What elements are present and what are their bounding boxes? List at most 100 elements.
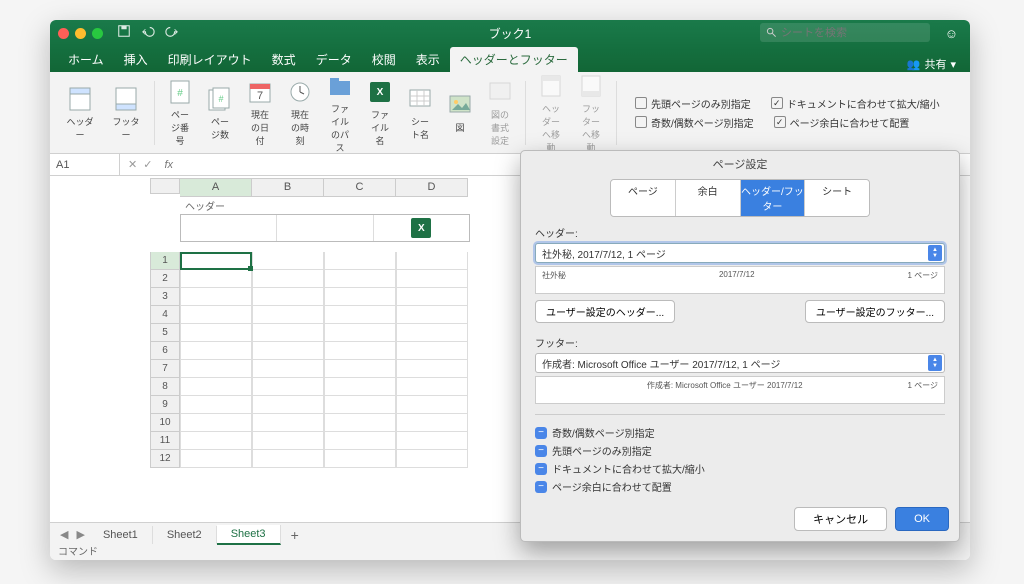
tab-home[interactable]: ホーム	[58, 47, 114, 72]
minimize-icon[interactable]	[75, 28, 86, 39]
row-header[interactable]: 4	[150, 306, 180, 324]
current-time-button[interactable]: 現在の時刻	[281, 76, 319, 149]
share-button[interactable]: 👥共有 ▾	[907, 56, 962, 72]
file-path-button[interactable]: ファイルのパス	[321, 70, 359, 156]
fx-label: fx	[164, 159, 173, 171]
search-box[interactable]	[760, 23, 930, 42]
row-header[interactable]: 3	[150, 288, 180, 306]
svg-text:#: #	[177, 88, 183, 99]
redo-icon[interactable]	[165, 24, 179, 43]
sheet-tab[interactable]: Sheet2	[153, 526, 217, 544]
format-picture-button: 図の書式設定	[481, 76, 519, 149]
picture-button[interactable]: 図	[441, 89, 479, 136]
row-header[interactable]: 10	[150, 414, 180, 432]
align-margins-check[interactable]: ページ余白に合わせて配置	[774, 115, 910, 130]
scale-doc-check[interactable]: ドキュメントに合わせて拡大/縮小	[771, 96, 940, 111]
dchk-scale[interactable]: −ドキュメントに合わせて拡大/縮小	[535, 461, 945, 476]
stepper-icon: ▲▼	[928, 355, 942, 371]
enter-icon[interactable]: ✓	[143, 158, 152, 171]
svg-text:#: #	[218, 94, 223, 104]
row-header[interactable]: 11	[150, 432, 180, 450]
header-right-cell[interactable]: X	[374, 215, 469, 241]
search-icon	[766, 27, 777, 38]
row-header[interactable]: 2	[150, 270, 180, 288]
dchk-first-page[interactable]: −先頭ページのみ別指定	[535, 443, 945, 458]
dialog-tabs: ページ 余白 ヘッダー/フッター シート	[610, 179, 870, 217]
dchk-odd-even[interactable]: −奇数/偶数ページ別指定	[535, 425, 945, 440]
select-all-corner[interactable]	[150, 178, 180, 194]
sheet-tab[interactable]: Sheet3	[217, 525, 281, 545]
sheet-nav-prev[interactable]: ▶	[72, 528, 88, 541]
custom-footer-button[interactable]: ユーザー設定のフッター...	[805, 300, 945, 323]
sheet-tab[interactable]: Sheet1	[89, 526, 153, 544]
row-header[interactable]: 8	[150, 378, 180, 396]
status-bar: コマンド	[50, 546, 970, 560]
tab-formulas[interactable]: 数式	[262, 47, 306, 72]
seg-header-footer[interactable]: ヘッダー/フッター	[741, 180, 806, 216]
tab-insert[interactable]: 挿入	[114, 47, 158, 72]
page-number-button[interactable]: #ページ番号	[161, 76, 199, 149]
seg-sheet[interactable]: シート	[805, 180, 869, 216]
undo-icon[interactable]	[141, 24, 155, 43]
tab-header-footer[interactable]: ヘッダーとフッター	[450, 47, 578, 72]
footer-combo[interactable]: 作成者: Microsoft Office ユーザー 2017/7/12, 1 …	[535, 353, 945, 373]
cancel-button[interactable]: キャンセル	[794, 507, 887, 531]
minus-icon: −	[535, 463, 547, 475]
row-header[interactable]: 1	[150, 252, 180, 270]
row-header[interactable]: 6	[150, 342, 180, 360]
header-area-label: ヘッダー	[185, 198, 225, 213]
footer-button[interactable]: フッター	[104, 83, 148, 143]
app-window: ブック1 ☺ ホーム 挿入 印刷レイアウト 数式 データ 校閲 表示 ヘッダーと…	[50, 20, 970, 560]
dialog-title: ページ設定	[521, 151, 959, 177]
sheet-nav-first[interactable]: ◀	[56, 528, 72, 541]
column-headers: A B C D	[150, 178, 468, 197]
current-date-button[interactable]: 7現在の日付	[241, 76, 279, 149]
tab-data[interactable]: データ	[306, 47, 362, 72]
stepper-icon: ▲▼	[928, 245, 942, 261]
titlebar: ブック1 ☺	[50, 20, 970, 46]
col-header-b[interactable]: B	[252, 178, 324, 197]
header-button[interactable]: ヘッダー	[58, 83, 102, 143]
header-edit-box[interactable]: X	[180, 214, 470, 242]
user-icon[interactable]: ☺	[945, 26, 958, 41]
ok-button[interactable]: OK	[895, 507, 949, 531]
page-count-button[interactable]: #ページ数	[201, 83, 239, 143]
cancel-icon[interactable]: ✕	[128, 158, 137, 171]
header-left-cell[interactable]	[181, 215, 277, 241]
tab-view[interactable]: 表示	[406, 47, 450, 72]
header-center-cell[interactable]	[277, 215, 373, 241]
add-sheet-button[interactable]: +	[281, 527, 309, 543]
row-headers: 1 2 3 4 5 6 7 8 9 10 11 12	[150, 252, 180, 468]
header-preview: 社外秘 2017/7/12 1 ページ	[535, 266, 945, 294]
dialog-checks: −奇数/偶数ページ別指定 −先頭ページのみ別指定 −ドキュメントに合わせて拡大/…	[535, 425, 945, 494]
seg-margins[interactable]: 余白	[676, 180, 741, 216]
search-input[interactable]	[781, 27, 924, 39]
tab-review[interactable]: 校閲	[362, 47, 406, 72]
save-icon[interactable]	[117, 24, 131, 43]
close-icon[interactable]	[58, 28, 69, 39]
header-combo[interactable]: 社外秘, 2017/7/12, 1 ページ ▲▼	[535, 243, 945, 263]
row-header[interactable]: 7	[150, 360, 180, 378]
col-header-a[interactable]: A	[180, 178, 252, 197]
row-header[interactable]: 12	[150, 450, 180, 468]
custom-header-button[interactable]: ユーザー設定のヘッダー...	[535, 300, 675, 323]
first-page-check[interactable]: 先頭ページのみ別指定	[635, 96, 751, 111]
header-combo-label: ヘッダー:	[535, 225, 945, 240]
dchk-margins[interactable]: −ページ余白に合わせて配置	[535, 479, 945, 494]
svg-text:7: 7	[257, 90, 263, 102]
sheet-name-button[interactable]: シート名	[401, 83, 439, 143]
row-header[interactable]: 9	[150, 396, 180, 414]
ribbon-tabs: ホーム 挿入 印刷レイアウト 数式 データ 校閲 表示 ヘッダーとフッター 👥共…	[50, 46, 970, 72]
cells-grid[interactable]	[180, 252, 470, 468]
tab-page-layout[interactable]: 印刷レイアウト	[158, 47, 262, 72]
footer-preview: 作成者: Microsoft Office ユーザー 2017/7/12 1 ペ…	[535, 376, 945, 404]
seg-page[interactable]: ページ	[611, 180, 676, 216]
col-header-c[interactable]: C	[324, 178, 396, 197]
row-header[interactable]: 5	[150, 324, 180, 342]
file-name-button[interactable]: Xファイル名	[361, 76, 399, 149]
name-box[interactable]: A1	[50, 154, 120, 175]
col-header-d[interactable]: D	[396, 178, 468, 197]
zoom-icon[interactable]	[92, 28, 103, 39]
odd-even-check[interactable]: 奇数/偶数ページ別指定	[635, 115, 754, 130]
footer-combo-label: フッター:	[535, 335, 945, 350]
